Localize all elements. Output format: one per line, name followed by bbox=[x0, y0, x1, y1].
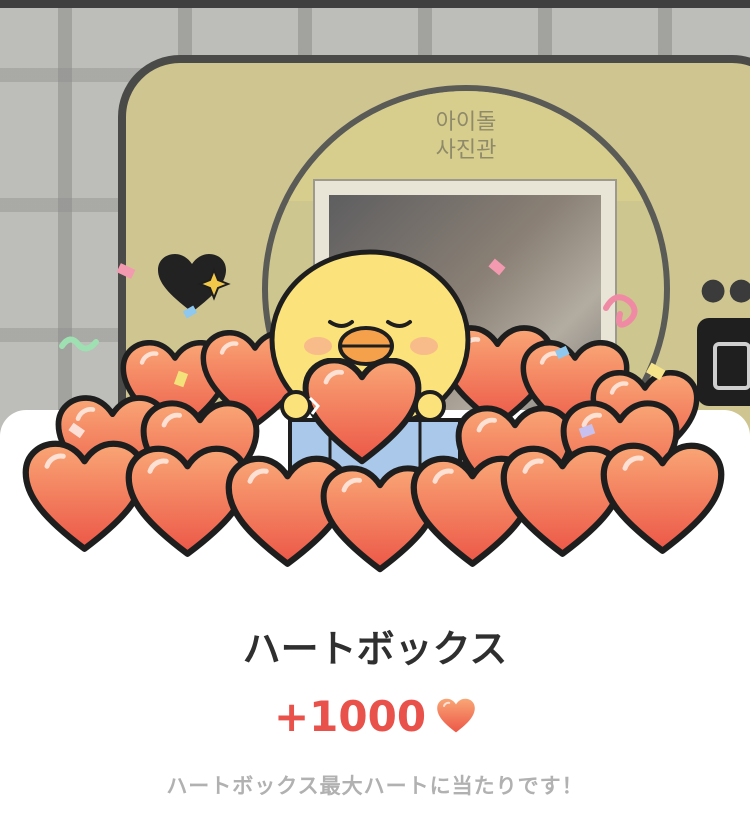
background-sign-line-1: 아이돌 bbox=[435, 110, 497, 135]
heart-icon bbox=[436, 695, 476, 744]
status-strip bbox=[0, 0, 750, 8]
reward-message: ハートボックス最大ハートに当たりです！ bbox=[166, 774, 584, 798]
background-sign-line-2: 사진관 bbox=[435, 138, 497, 163]
reward-amount: +1000 bbox=[273, 692, 427, 741]
dialog-title: ハートボックス bbox=[242, 627, 508, 671]
reward-illustration bbox=[0, 249, 750, 600]
reward-amount-row: +1000 bbox=[0, 692, 750, 744]
